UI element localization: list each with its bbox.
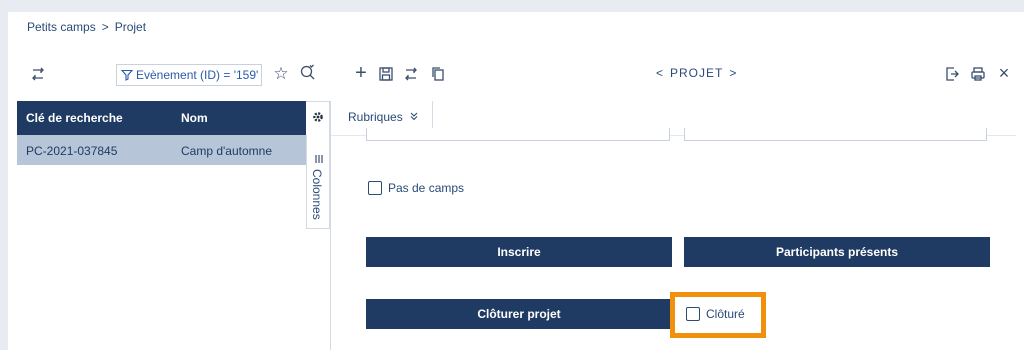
columns-tab-label: Colonnes (310, 169, 324, 220)
sections-label: Rubriques (348, 110, 403, 124)
list-body (17, 165, 306, 350)
sync-record-icon[interactable] (403, 66, 419, 82)
search-settings-icon[interactable] (299, 63, 317, 81)
checkbox-box[interactable] (368, 181, 382, 195)
row-name: Camp d'automne (181, 144, 273, 158)
form-field-left[interactable] (366, 128, 670, 141)
checkbox-box[interactable] (686, 307, 700, 321)
no-camps-label: Pas de camps (388, 181, 465, 195)
list-settings-button[interactable] (306, 101, 330, 135)
gear-icon (312, 110, 324, 128)
form-field-right[interactable] (684, 128, 987, 141)
filter-text: Evènement (ID) = '159' (136, 68, 259, 82)
export-icon[interactable] (944, 66, 960, 82)
breadcrumb-separator: > (101, 20, 109, 34)
close-icon[interactable]: × (996, 64, 1012, 82)
list-header: Clé de recherche Nom (17, 101, 306, 135)
breadcrumb-parent[interactable]: Petits camps (27, 20, 96, 34)
closed-label: Clôturé (706, 307, 745, 321)
filter-box[interactable]: Evènement (ID) = '159' (116, 64, 262, 86)
close-project-button[interactable]: Clôturer projet (366, 299, 672, 329)
record-nav-label: PROJET (670, 66, 724, 80)
breadcrumb: Petits camps > Projet (27, 20, 146, 34)
sync-icon[interactable] (30, 66, 46, 82)
funnel-icon (120, 69, 134, 81)
column-header-key[interactable]: Clé de recherche (26, 111, 123, 125)
register-button[interactable]: Inscrire (366, 237, 672, 267)
closed-checkbox[interactable]: Clôturé (686, 307, 745, 321)
print-icon[interactable] (970, 66, 986, 82)
table-row[interactable]: PC-2021-037845 Camp d'automne (17, 135, 306, 165)
panel-divider (330, 101, 331, 350)
record-navigator: < PROJET > (656, 66, 737, 80)
row-key: PC-2021-037845 (26, 144, 118, 158)
columns-icon (314, 151, 324, 163)
column-header-name[interactable]: Nom (181, 111, 208, 125)
columns-tab[interactable]: Colonnes (306, 135, 330, 229)
participants-present-button[interactable]: Participants présents (684, 237, 990, 267)
no-camps-checkbox[interactable]: Pas de camps (368, 181, 464, 195)
plus-icon[interactable]: + (352, 63, 370, 83)
sections-dropdown[interactable]: Rubriques (348, 110, 419, 124)
breadcrumb-current: Projet (114, 20, 147, 34)
next-record-button[interactable]: > (729, 66, 737, 80)
top-band (0, 0, 1024, 12)
previous-record-button[interactable]: < (656, 66, 664, 80)
save-icon[interactable] (378, 66, 394, 82)
double-chevron-down-icon (409, 110, 419, 124)
star-icon[interactable]: ☆ (272, 64, 290, 83)
copy-icon[interactable] (430, 66, 446, 82)
